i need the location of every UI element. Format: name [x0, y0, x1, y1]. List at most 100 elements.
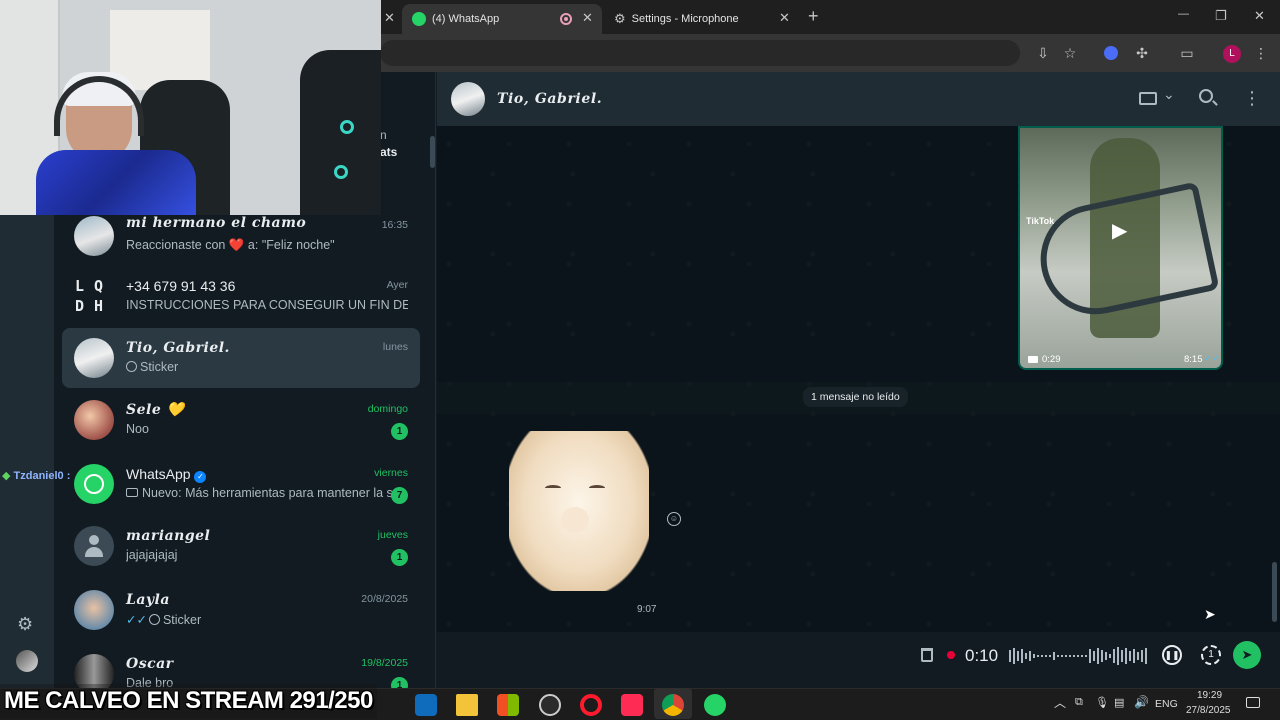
gear-icon: ⚙: [614, 11, 626, 26]
chat-item-selected[interactable]: Tio, Gabriel. Sticker lunes: [62, 328, 420, 388]
video-camera-icon: [126, 488, 138, 497]
video-thumbnail[interactable]: TikTok ▶ 0:29 8:15 ✓✓: [1020, 128, 1221, 368]
new-tab-button[interactable]: +: [808, 6, 819, 27]
extension-icon[interactable]: [1100, 42, 1122, 64]
tab-settings-microphone[interactable]: ⚙ Settings - Microphone ✕: [604, 4, 800, 34]
address-bar[interactable]: [380, 40, 1020, 66]
unread-badge: 7: [391, 487, 408, 504]
chat-item[interactable]: mi hermano el chamo Reaccionaste con ❤️ …: [62, 206, 420, 266]
conversation-header: Tio, Gabriel. ⌄ ⋮: [437, 72, 1280, 126]
recording-indicator-icon: [560, 13, 572, 25]
avatar: [74, 338, 114, 378]
chat-name: mi hermano el chamo: [126, 215, 307, 231]
minimize-button[interactable]: —: [1178, 8, 1189, 20]
chrome-icon[interactable]: [662, 694, 684, 716]
bookmark-star-icon[interactable]: ☆: [1059, 42, 1081, 64]
yellow-heart-icon: 💛: [166, 402, 185, 418]
viewer-chat-overlay: ◆ Tzdaniel0 :: [2, 470, 71, 482]
chat-preview: INSTRUCCIONES PARA CONSEGUIR UN FIN DE S…: [126, 298, 408, 312]
tab-whatsapp[interactable]: (4) WhatsApp ✕: [402, 4, 602, 34]
chat-preview: Reaccionaste con ❤️ a: "Feliz noche": [126, 238, 335, 252]
chevron-up-icon[interactable]: ︿: [1054, 694, 1066, 711]
chat-item[interactable]: WhatsApp ✓ Nuevo: Más herramientas para …: [62, 454, 420, 514]
react-emoji-icon[interactable]: ☺: [667, 512, 681, 526]
video-message[interactable]: TikTok ▶ 0:29 8:15 ✓✓: [1018, 126, 1223, 370]
chat-name: +34 679 91 43 36: [126, 278, 236, 294]
stream-banner-text: ME CALVEO EN STREAM 291/250: [4, 687, 373, 714]
close-tab-icon[interactable]: ✕: [779, 10, 790, 26]
conversation-scrollbar[interactable]: [1272, 562, 1277, 622]
double-check-icon: ✓✓: [126, 613, 147, 627]
send-icon[interactable]: ➤: [1233, 641, 1261, 669]
chat-item[interactable]: LQDH +34 679 91 43 36 INSTRUCCIONES PARA…: [62, 266, 420, 326]
microsoft-store-icon[interactable]: [497, 694, 519, 716]
close-window-button[interactable]: ✕: [1254, 8, 1265, 24]
chat-preview: ✓✓ Sticker: [126, 613, 202, 627]
puzzle-extensions-icon[interactable]: ✣: [1131, 42, 1153, 64]
chat-item[interactable]: mariangel jajajajajaj jueves 1: [62, 516, 420, 576]
chat-name: Tio, Gabriel.: [126, 340, 230, 356]
whatsapp-icon[interactable]: [704, 694, 726, 716]
contact-avatar[interactable]: [451, 82, 485, 116]
whatsapp-tab-icon: [412, 12, 426, 26]
waveform: [1009, 647, 1147, 665]
close-tab-icon[interactable]: ✕: [582, 10, 593, 26]
chat-preview: jajajajajaj: [126, 548, 178, 562]
message-time: 9:07: [633, 602, 661, 617]
pause-icon[interactable]: ❚❚: [1162, 645, 1182, 665]
unread-badge: 1: [391, 549, 408, 566]
contact-name[interactable]: Tio, Gabriel.: [497, 91, 602, 107]
chat-time: viernes: [374, 467, 408, 479]
cast-icon[interactable]: ▭: [1176, 42, 1198, 64]
network-icon[interactable]: ⧉: [1075, 696, 1083, 709]
avatar: [74, 400, 114, 440]
obs-icon[interactable]: [539, 694, 561, 716]
playback-speed-icon[interactable]: 1: [1201, 645, 1221, 665]
sticker-icon: [126, 361, 137, 372]
settings-gear-icon[interactable]: ⚙: [17, 614, 33, 635]
chat-item[interactable]: Layla ✓✓ Sticker 20/8/2025: [62, 580, 420, 640]
clock-date[interactable]: 27/8/2025: [1186, 705, 1231, 716]
sticker-message[interactable]: [497, 431, 657, 591]
diamond-icon: ◆: [2, 470, 11, 482]
menu-dots-icon[interactable]: ⋮: [1250, 42, 1272, 64]
file-explorer-icon[interactable]: [456, 694, 478, 716]
video-call-icon[interactable]: [1139, 92, 1157, 105]
double-check-icon: ✓✓: [1204, 353, 1220, 364]
sticker-icon: [148, 614, 160, 625]
clock-time[interactable]: 19:29: [1197, 690, 1222, 701]
webcam-person-shirt: [36, 150, 196, 215]
trash-icon[interactable]: [921, 648, 933, 662]
maximize-button[interactable]: ❐: [1215, 8, 1227, 24]
volume-icon[interactable]: 🔊: [1134, 695, 1149, 709]
scrollbar[interactable]: [430, 136, 435, 168]
partial-header-text: n: [380, 128, 387, 142]
wifi-icon[interactable]: ▤: [1114, 696, 1124, 709]
tiktok-icon[interactable]: [621, 694, 643, 716]
chevron-down-icon[interactable]: ⌄: [1163, 86, 1175, 103]
avatar: [74, 216, 114, 256]
menu-dots-icon[interactable]: ⋮: [1243, 88, 1261, 109]
chat-time: 20/8/2025: [361, 593, 408, 605]
avatar-letters: LQDH: [74, 277, 114, 315]
play-icon[interactable]: ▶: [1112, 218, 1127, 243]
chat-name: WhatsApp ✓: [126, 466, 207, 483]
unread-badge: 1: [391, 423, 408, 440]
close-tab-icon[interactable]: ✕: [384, 10, 395, 26]
install-app-icon[interactable]: ⇩: [1032, 42, 1054, 64]
chat-name: Layla: [126, 592, 170, 608]
profile-avatar[interactable]: [16, 650, 38, 672]
mouse-cursor-icon: ➤: [1204, 606, 1216, 622]
chat-item[interactable]: Sele 💛 Noo domingo 1: [62, 390, 420, 450]
chat-time: Ayer: [386, 279, 408, 291]
chat-time: jueves: [377, 529, 408, 541]
composer-recording: 0:10 ❚❚ 1 ➤: [437, 632, 1280, 688]
profile-avatar[interactable]: L: [1223, 45, 1241, 63]
outlook-icon[interactable]: [415, 694, 437, 716]
chat-time: 19/8/2025: [361, 657, 408, 669]
verified-badge-icon: ✓: [194, 471, 207, 483]
microphone-icon[interactable]: 🎙: [1095, 696, 1109, 709]
opera-icon[interactable]: [580, 694, 602, 716]
language-indicator[interactable]: ENG: [1155, 698, 1178, 710]
notifications-icon[interactable]: [1246, 697, 1260, 708]
